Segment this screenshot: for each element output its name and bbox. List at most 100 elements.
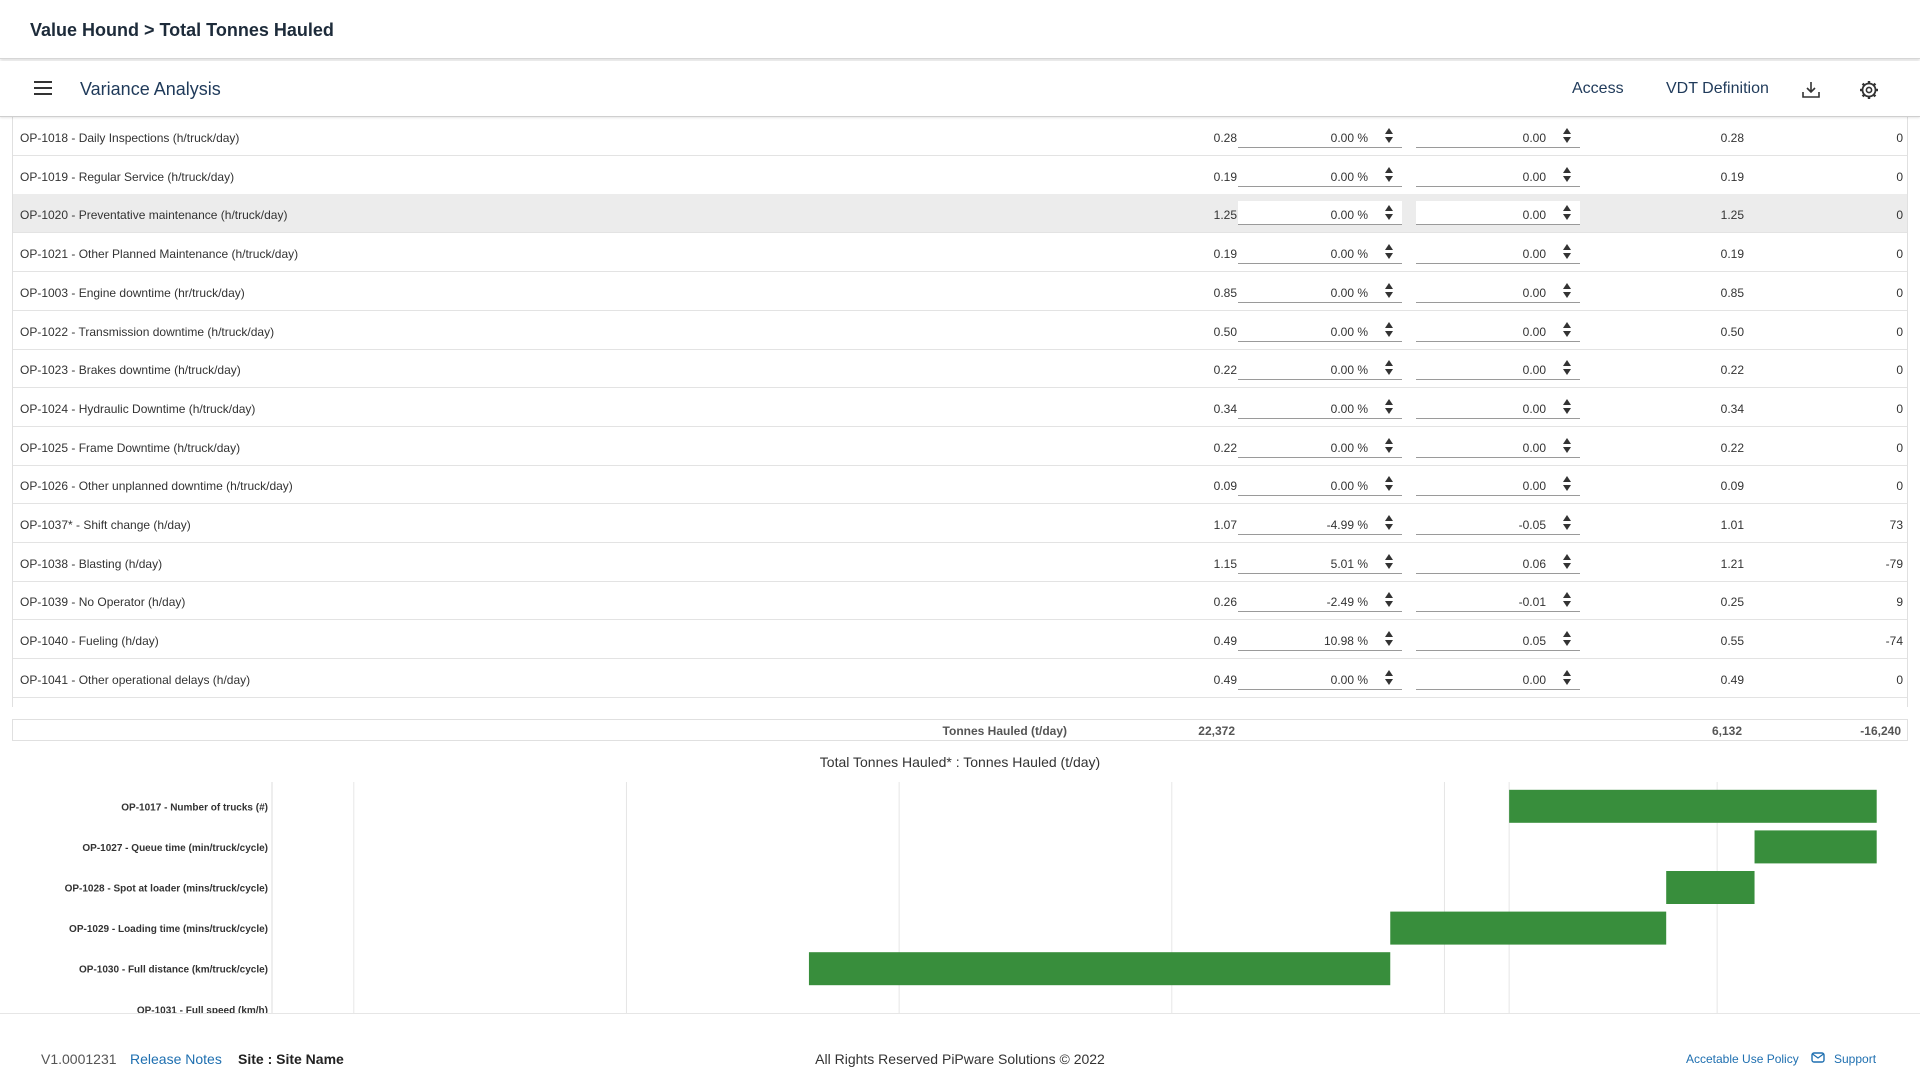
stepper-arrows-icon[interactable]	[1562, 630, 1572, 648]
stepper-arrows-icon[interactable]	[1562, 321, 1572, 339]
menu-icon[interactable]	[34, 81, 52, 95]
row-label: OP-1018 - Daily Inspections (h/truck/day…	[20, 131, 240, 145]
absolute-change-input[interactable]: 0.00	[1416, 240, 1580, 265]
stepper-arrows-icon[interactable]	[1562, 475, 1572, 493]
support-icon[interactable]	[1810, 1050, 1826, 1066]
stepper-arrows-icon[interactable]	[1384, 321, 1394, 339]
percent-change-input[interactable]: 0.00 %	[1238, 472, 1402, 497]
percent-change-input[interactable]: 0.00 %	[1238, 163, 1402, 187]
stepper-arrows-icon[interactable]	[1384, 669, 1394, 687]
absolute-change-input[interactable]: 0.00	[1416, 395, 1580, 419]
row-new-value: 0.55	[1720, 634, 1744, 649]
stepper-arrows-icon[interactable]	[1384, 553, 1394, 571]
percent-change-input[interactable]: 0.00 %	[1238, 434, 1402, 458]
stepper-arrows-icon[interactable]	[1562, 282, 1572, 300]
absolute-change-input[interactable]: 0.00	[1416, 318, 1580, 342]
chart-bar[interactable]	[1390, 911, 1667, 945]
access-link[interactable]: Access	[1572, 80, 1624, 98]
row-base-value: 1.15	[1213, 556, 1237, 571]
percent-change-input[interactable]: 0.00 %	[1238, 240, 1402, 265]
percent-change-input[interactable]: 10.98 %	[1238, 627, 1402, 652]
stepper-arrows-icon[interactable]	[1384, 630, 1394, 648]
percent-change-input[interactable]: 0.00 %	[1238, 124, 1402, 148]
stepper-arrows-icon[interactable]	[1562, 591, 1572, 609]
chart-bar[interactable]	[1754, 830, 1877, 864]
stepper-arrows-icon[interactable]	[1562, 204, 1572, 222]
percent-change-value: 0.00 %	[1330, 324, 1368, 339]
chart-category-label: OP-1030 - Full distance (km/truck/cycle)	[79, 965, 268, 976]
stepper-arrows-icon[interactable]	[1384, 475, 1394, 493]
chart-bar[interactable]	[808, 952, 1391, 986]
absolute-change-input[interactable]: 0.00	[1416, 201, 1580, 226]
absolute-change-input[interactable]: 0.05	[1416, 627, 1580, 652]
stepper-arrows-icon[interactable]	[1562, 359, 1572, 377]
row-impact-value: 0	[1896, 285, 1903, 300]
row-label: OP-1023 - Brakes downtime (h/truck/day)	[20, 363, 241, 378]
absolute-change-input[interactable]: 0.06	[1416, 550, 1580, 574]
absolute-change-input[interactable]: 0.00	[1416, 279, 1580, 303]
stepper-arrows-icon[interactable]	[1384, 282, 1394, 300]
table-row: OP-1003 - Engine downtime (hr/truck/day)…	[13, 272, 1907, 311]
table-row: OP-1020 - Preventative maintenance (h/tr…	[13, 194, 1907, 234]
stepper-arrows-icon[interactable]	[1384, 243, 1394, 261]
vdt-definition-link[interactable]: VDT Definition	[1666, 80, 1769, 98]
chart-bar[interactable]	[1509, 789, 1877, 823]
percent-change-input[interactable]: 5.01 %	[1238, 550, 1402, 574]
stepper-arrows-icon[interactable]	[1562, 514, 1572, 532]
row-new-value: 0.09	[1720, 479, 1744, 494]
absolute-change-input[interactable]: 0.00	[1416, 434, 1580, 458]
stepper-arrows-icon[interactable]	[1384, 398, 1394, 416]
stepper-arrows-icon[interactable]	[1384, 514, 1394, 532]
row-impact-value: 9	[1896, 595, 1903, 610]
download-icon[interactable]	[1800, 79, 1822, 101]
absolute-change-input[interactable]: -0.01	[1416, 588, 1580, 613]
stepper-arrows-icon[interactable]	[1384, 127, 1394, 145]
row-label: OP-1037* - Shift change (h/day)	[20, 518, 191, 532]
percent-change-input[interactable]: -2.49 %	[1238, 588, 1402, 613]
stepper-arrows-icon[interactable]	[1562, 669, 1572, 687]
table-row: OP-1021 - Other Planned Maintenance (h/t…	[13, 233, 1907, 273]
row-impact-value: 0	[1896, 479, 1903, 494]
stepper-arrows-icon[interactable]	[1562, 553, 1572, 571]
row-label: OP-1038 - Blasting (h/day)	[20, 556, 163, 571]
percent-change-input[interactable]: 0.00 %	[1238, 666, 1402, 690]
row-base-value: 0.26	[1213, 595, 1237, 610]
stepper-arrows-icon[interactable]	[1562, 398, 1572, 416]
stepper-arrows-icon[interactable]	[1562, 127, 1572, 145]
stepper-arrows-icon[interactable]	[1384, 359, 1394, 377]
stepper-arrows-icon[interactable]	[1384, 591, 1394, 609]
support-link[interactable]: Support	[1834, 1052, 1876, 1066]
stepper-arrows-icon[interactable]	[1384, 437, 1394, 455]
percent-change-value: 0.00 %	[1330, 363, 1368, 378]
row-new-value: 0.28	[1720, 131, 1744, 145]
absolute-change-input[interactable]: 0.00	[1416, 124, 1580, 148]
absolute-change-input[interactable]: 0.00	[1416, 472, 1580, 497]
percent-change-input[interactable]: 0.00 %	[1238, 395, 1402, 419]
row-base-value: 0.28	[1213, 131, 1237, 145]
absolute-change-input[interactable]: 0.00	[1416, 666, 1580, 690]
stepper-arrows-icon[interactable]	[1562, 243, 1572, 261]
absolute-change-input[interactable]: -0.05	[1416, 511, 1580, 535]
percent-change-value: 0.00 %	[1330, 247, 1368, 262]
gear-icon[interactable]	[1858, 79, 1880, 101]
row-base-value: 0.22	[1213, 440, 1237, 455]
acceptable-use-policy-link[interactable]: Accetable Use Policy	[1686, 1052, 1799, 1066]
absolute-change-input[interactable]: 0.00	[1416, 356, 1580, 381]
percent-change-input[interactable]: 0.00 %	[1238, 201, 1402, 226]
row-impact-value: 0	[1896, 363, 1903, 378]
absolute-change-input[interactable]: 0.00	[1416, 163, 1580, 187]
absolute-change-value: 0.00	[1522, 363, 1546, 378]
row-base-value: 0.34	[1213, 401, 1237, 416]
percent-change-input[interactable]: -4.99 %	[1238, 511, 1402, 535]
stepper-arrows-icon[interactable]	[1384, 166, 1394, 184]
stepper-arrows-icon[interactable]	[1562, 437, 1572, 455]
table-row: OP-1026 - Other unplanned downtime (h/tr…	[13, 465, 1907, 505]
chart-bar[interactable]	[1666, 871, 1755, 904]
percent-change-input[interactable]: 0.00 %	[1238, 356, 1402, 381]
stepper-arrows-icon[interactable]	[1562, 166, 1572, 184]
row-base-value: 1.07	[1213, 518, 1237, 532]
percent-change-input[interactable]: 0.00 %	[1238, 279, 1402, 303]
percent-change-input[interactable]: 0.00 %	[1238, 318, 1402, 342]
chart-svg: OP-1017 - Number of trucks (#) OP-1027 - …	[65, 782, 1877, 1013]
stepper-arrows-icon[interactable]	[1384, 204, 1394, 222]
